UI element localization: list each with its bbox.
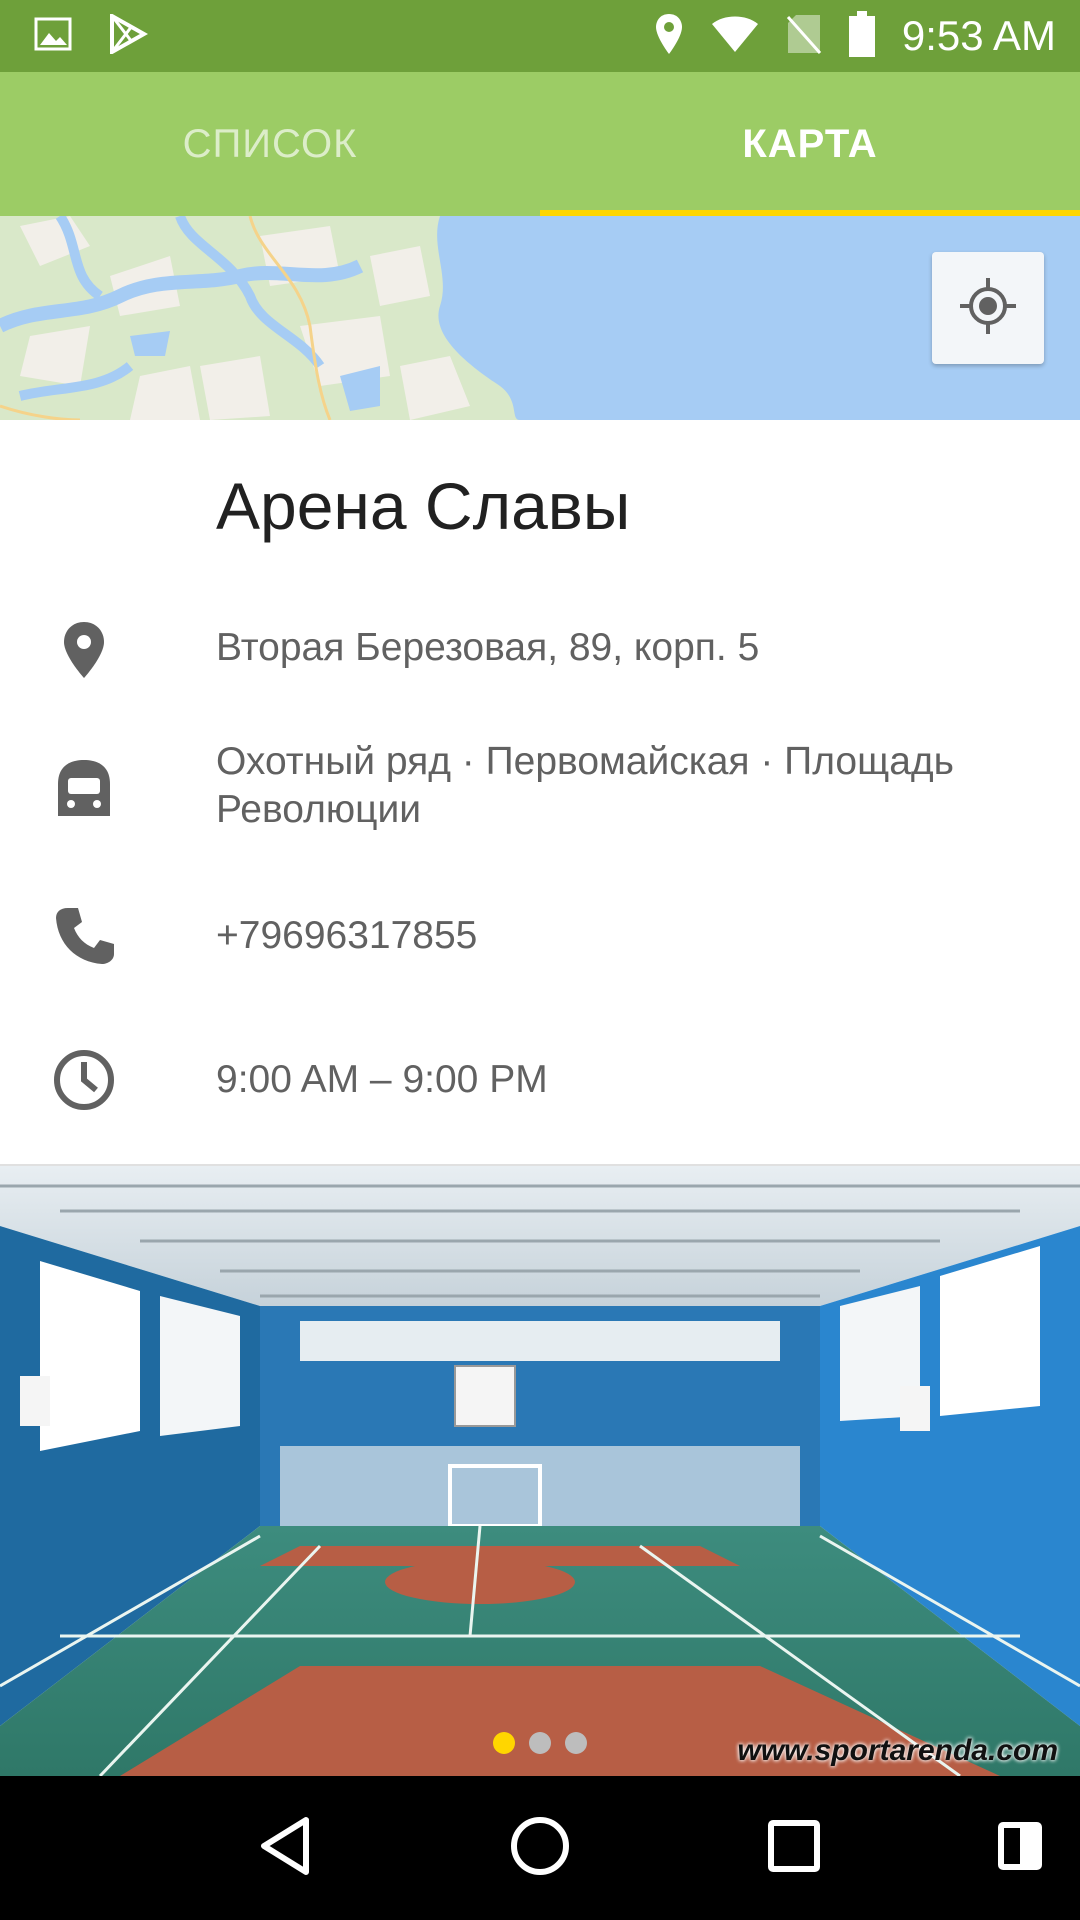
image-icon [34, 17, 72, 56]
recents-button[interactable] [758, 1812, 830, 1884]
subway-icon [50, 754, 118, 822]
back-button[interactable] [250, 1812, 322, 1884]
carousel-dot[interactable] [493, 1732, 515, 1754]
phone-icon [50, 902, 118, 970]
recents-icon [768, 1819, 820, 1877]
address-text: Вторая Березовая, 89, корп. 5 [216, 626, 760, 669]
split-screen-button[interactable] [984, 1812, 1056, 1884]
no-sim-icon [786, 13, 822, 60]
play-store-icon [108, 12, 149, 59]
photo-carousel[interactable]: www.sportarenda.com [0, 1166, 1080, 1776]
map-view[interactable] [0, 216, 1080, 420]
tab-map[interactable]: КАРТА [540, 72, 1080, 216]
place-pin-icon [50, 616, 118, 684]
phone-text: +79696317855 [216, 914, 478, 957]
tab-bar: СПИСОК КАРТА [0, 72, 1080, 216]
back-icon [258, 1816, 314, 1881]
wifi-icon [710, 14, 760, 59]
home-icon [510, 1816, 570, 1881]
place-name: Арена Славы [216, 469, 631, 543]
carousel-dot[interactable] [529, 1732, 551, 1754]
status-time: 9:53 AM [901, 12, 1056, 59]
battery-icon [848, 10, 876, 62]
split-screen-icon [998, 1821, 1042, 1875]
location-icon [654, 12, 684, 61]
clock-icon [50, 1046, 118, 1114]
hours-text: 9:00 AM – 9:00 PM [216, 1058, 548, 1101]
my-location-button[interactable] [932, 252, 1044, 364]
navigation-bar [0, 1776, 1080, 1920]
carousel-indicator [0, 1732, 1080, 1754]
tab-list[interactable]: СПИСОК [0, 72, 540, 216]
status-bar: 9:53 AM [0, 0, 1080, 72]
home-button[interactable] [504, 1812, 576, 1884]
gym-photo [0, 1166, 1080, 1776]
metro-text: Охотный ряд · Первомайская · Площадь Рев… [216, 740, 954, 831]
place-details: Арена Славы Вторая Березовая, 89, корп. … [0, 420, 1080, 1164]
carousel-dot[interactable] [565, 1732, 587, 1754]
map-tiles [0, 216, 1080, 420]
my-location-icon [958, 276, 1018, 341]
